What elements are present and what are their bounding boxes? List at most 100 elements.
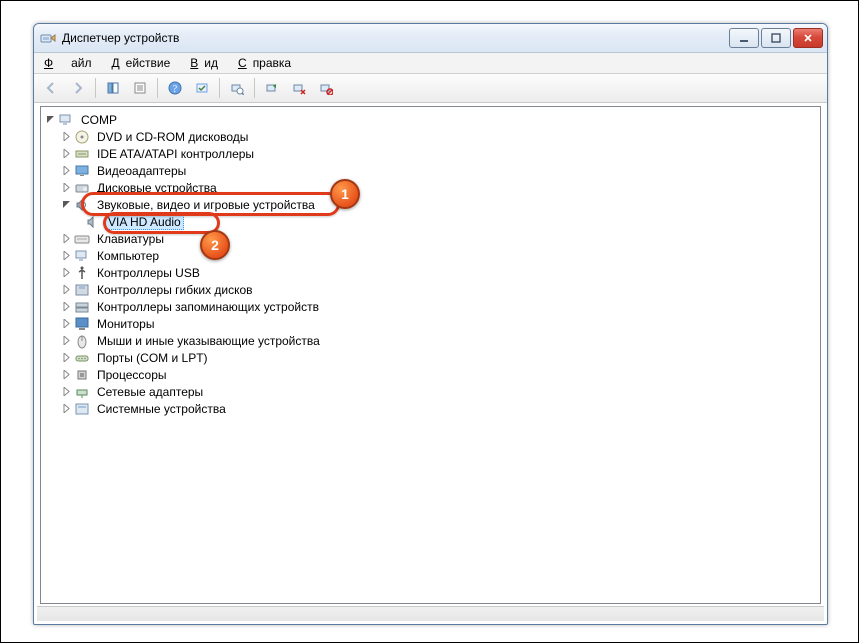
tree-device-label: VIA HD Audio [105,214,184,230]
sound-icon [74,197,90,213]
tree-category-label: Мониторы [94,316,157,332]
expand-icon[interactable] [61,131,72,142]
maximize-button[interactable] [761,28,791,48]
hdd-icon [74,180,90,196]
help-button[interactable]: ? [162,76,188,100]
expand-icon[interactable] [61,335,72,346]
tree-category[interactable]: Мониторы [45,315,816,332]
tree-category-label: Звуковые, видео и игровые устройства [94,197,318,213]
tree-category-label: Компьютер [94,248,162,264]
cpu-icon [74,367,90,383]
tree-root[interactable]: COMP [45,111,816,128]
tree-category[interactable]: Процессоры [45,366,816,383]
tree-category-label: Контроллеры USB [94,265,203,281]
tree-category[interactable]: Контроллеры запоминающих устройств [45,298,816,315]
tree-category-label: Дисковые устройства [94,180,220,196]
expand-icon[interactable] [61,301,72,312]
toolbar: ? [34,74,827,103]
computer-icon [74,248,90,264]
expand-icon[interactable] [61,403,72,414]
tree-category[interactable]: Порты (COM и LPT) [45,349,816,366]
nav-back-button[interactable] [38,76,64,100]
expand-icon[interactable] [61,284,72,295]
update-driver-button[interactable] [259,76,285,100]
expand-icon[interactable] [61,267,72,278]
tree-root-label: COMP [78,112,120,128]
ports-icon [74,350,90,366]
titlebar[interactable]: Диспетчер устройств [34,24,827,53]
tree-category-label: Контроллеры гибких дисков [94,282,256,298]
tree-category-label: DVD и CD-ROM дисководы [94,129,251,145]
statusbar [37,606,824,621]
system-icon [74,401,90,417]
close-button[interactable] [793,28,823,48]
nav-forward-button[interactable] [65,76,91,100]
device-tree: COMPDVD и CD-ROM дисководыIDE ATA/ATAPI … [41,107,820,421]
uninstall-button[interactable] [286,76,312,100]
tree-device[interactable]: VIA HD Audio [45,213,816,230]
tree-category-label: Контроллеры запоминающих устройств [94,299,322,315]
action-button[interactable] [189,76,215,100]
disc-icon [74,129,90,145]
minimize-button[interactable] [729,28,759,48]
ide-icon [74,146,90,162]
expand-icon[interactable] [61,386,72,397]
expand-icon[interactable] [61,148,72,159]
disable-button[interactable] [313,76,339,100]
menu-file[interactable]: Файл [38,54,104,72]
expand-icon[interactable] [61,233,72,244]
tree-category-label: Системные устройства [94,401,229,417]
tree-category[interactable]: Звуковые, видео и игровые устройства [45,196,816,213]
properties-button[interactable] [127,76,153,100]
tree-category-label: Процессоры [94,367,170,383]
tree-category-label: IDE ATA/ATAPI контроллеры [94,146,257,162]
tree-category[interactable]: Видеоадаптеры [45,162,816,179]
tree-category[interactable]: Мыши и иные указывающие устройства [45,332,816,349]
window-title: Диспетчер устройств [62,31,179,45]
tree-category-label: Видеоадаптеры [94,163,189,179]
show-hide-tree-button[interactable] [100,76,126,100]
display-icon [74,163,90,179]
tree-category-label: Порты (COM и LPT) [94,350,211,366]
window-controls [729,28,823,48]
keyboard-icon [74,231,90,247]
menu-view[interactable]: Вид [184,54,230,72]
mouse-icon [74,333,90,349]
tree-category[interactable]: Контроллеры USB [45,264,816,281]
expand-icon[interactable] [61,250,72,261]
menu-action[interactable]: Действие [106,54,183,72]
expand-icon[interactable] [61,352,72,363]
usb-icon [74,265,90,281]
expand-icon[interactable] [61,165,72,176]
scan-hardware-button[interactable] [224,76,250,100]
devmgr-window: Диспетчер устройств Файл Действие Вид Сп… [33,23,828,625]
tree-category[interactable]: Дисковые устройства [45,179,816,196]
expand-icon[interactable] [61,182,72,193]
network-icon [74,384,90,400]
monitor-icon [74,316,90,332]
toolbar-separator [254,78,255,98]
device-tree-pane[interactable]: COMPDVD и CD-ROM дисководыIDE ATA/ATAPI … [40,106,821,604]
tree-category-label: Мыши и иные указывающие устройства [94,333,323,349]
toolbar-separator [219,78,220,98]
speaker-icon [85,214,101,230]
tree-category[interactable]: Компьютер [45,247,816,264]
storagectl-icon [74,299,90,315]
expand-icon[interactable] [61,369,72,380]
tree-category-label: Клавиатуры [94,231,167,247]
expand-icon[interactable] [45,114,56,125]
tree-category[interactable]: Системные устройства [45,400,816,417]
tree-category[interactable]: DVD и CD-ROM дисководы [45,128,816,145]
menubar: Файл Действие Вид Справка [34,53,827,74]
tree-category[interactable]: Сетевые адаптеры [45,383,816,400]
floppyctl-icon [74,282,90,298]
tree-category[interactable]: IDE ATA/ATAPI контроллеры [45,145,816,162]
tree-category[interactable]: Контроллеры гибких дисков [45,281,816,298]
toolbar-separator [157,78,158,98]
expand-icon[interactable] [61,318,72,329]
menu-help[interactable]: Справка [232,54,303,72]
viewport: Диспетчер устройств Файл Действие Вид Сп… [0,0,859,643]
tree-category[interactable]: Клавиатуры [45,230,816,247]
expand-icon[interactable] [61,199,72,210]
tree-category-label: Сетевые адаптеры [94,384,206,400]
